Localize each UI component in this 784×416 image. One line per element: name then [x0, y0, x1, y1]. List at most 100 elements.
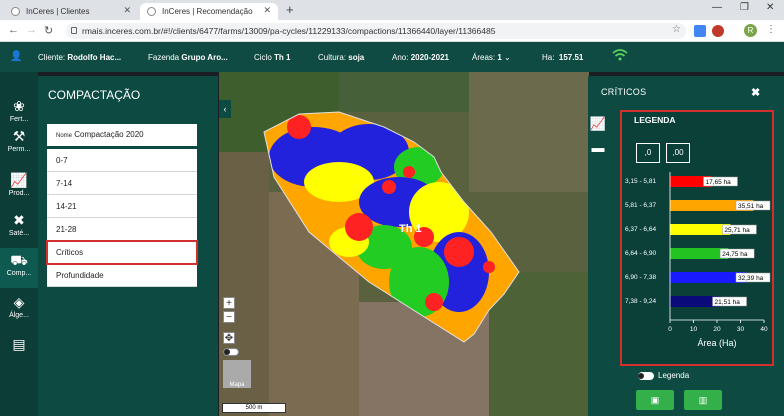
address-bar-row: ← → ↻ rmais.inceres.com.br/#!/clients/64…: [0, 20, 784, 42]
areas-label: Áreas:: [472, 53, 496, 62]
nav-label: Álge...: [9, 312, 29, 319]
data-label: 25,71 ha: [724, 227, 750, 234]
profile-avatar[interactable]: R: [744, 24, 757, 37]
ha-value: 157.51: [558, 53, 584, 62]
favicon-icon: [11, 7, 20, 16]
close-window-icon[interactable]: ✕: [766, 2, 774, 13]
lock-icon: [71, 27, 77, 34]
layer-item-0-7[interactable]: 0-7: [47, 149, 197, 172]
layer-item-14-21[interactable]: 14-21: [47, 195, 197, 218]
category-label: 5,81 - 6,37: [625, 202, 656, 209]
ha-label: Ha:: [542, 53, 555, 62]
nav-production[interactable]: 📈 Prod...: [0, 168, 38, 208]
farm-value: Grupo Aro...: [181, 53, 228, 62]
area-bar-chart: 3,15 - 5,81 17,65 ha 5,81 - 6,37 35,51 ha 6,…: [625, 172, 771, 348]
legend-title: LEGENDA: [634, 115, 676, 125]
legend-toggle[interactable]: [638, 371, 654, 380]
user-icon[interactable]: 👤: [10, 51, 22, 62]
export-button[interactable]: ▥: [684, 390, 722, 410]
nav-label: Saté...: [8, 230, 30, 237]
client-selector[interactable]: Cliente: Rodolfo Hac...: [38, 53, 121, 62]
compaction-panel: COMPACTAÇÃO Nome Compactação 2020 0-7 7-…: [38, 76, 218, 416]
crop-selector[interactable]: Cultura: soja: [318, 53, 364, 62]
crop-value: soja: [348, 53, 365, 62]
close-icon[interactable]: ✖: [751, 86, 760, 99]
areas-selector[interactable]: Áreas: 1 ⌄: [472, 53, 511, 62]
minimize-icon[interactable]: —: [712, 2, 722, 13]
nav-report[interactable]: ▤: [0, 332, 38, 372]
increase-decimals-button[interactable]: ,00: [666, 143, 690, 163]
data-label: 35,51 ha: [738, 203, 764, 210]
extension-icon[interactable]: [712, 25, 724, 37]
close-tab-icon[interactable]: ✕: [123, 5, 131, 16]
x-tick-label: 40: [760, 326, 768, 333]
category-label: 6,90 - 7,38: [625, 274, 656, 281]
layer-item-profundidade[interactable]: Profundidade: [47, 264, 197, 287]
data-label: 32,39 ha: [738, 275, 764, 282]
cycle-selector[interactable]: Ciclo Th 1: [254, 53, 290, 62]
layer-item-7-14[interactable]: 7-14: [47, 172, 197, 195]
year-label: Ano:: [392, 53, 409, 62]
layer-item-criticos[interactable]: Críticos: [46, 240, 198, 265]
tab-clientes[interactable]: InCeres | Clientes ✕: [4, 3, 138, 20]
name-field[interactable]: Nome Compactação 2020: [47, 124, 197, 146]
category-label: 6,64 - 6,90: [625, 250, 656, 257]
zoom-out-button[interactable]: −: [223, 311, 235, 323]
forward-icon[interactable]: →: [26, 24, 37, 36]
translate-extension-icon[interactable]: [694, 25, 706, 37]
data-label: 17,65 ha: [705, 179, 731, 186]
map-scale: 500 m: [222, 403, 286, 413]
url-text: rmais.inceres.com.br/#!/clients/6477/far…: [82, 26, 496, 36]
nav-compaction[interactable]: ⛟ Comp...: [0, 248, 38, 288]
ha-display: Ha: 157.51: [542, 53, 583, 62]
favicon-icon: [147, 7, 156, 16]
tab-label: InCeres | Recomendação: [162, 7, 253, 16]
year-selector[interactable]: Ano: 2020-2021: [392, 53, 449, 62]
field-label: Th 1: [399, 223, 422, 235]
client-value: Rodolfo Hac...: [67, 53, 122, 62]
farm-selector[interactable]: Fazenda Grupo Aro...: [148, 53, 228, 62]
map-toggle[interactable]: [223, 348, 239, 356]
reload-icon[interactable]: ↻: [44, 24, 53, 37]
tab-label: InCeres | Clientes: [26, 7, 90, 16]
cycle-label: Ciclo: [254, 53, 272, 62]
maximize-icon[interactable]: ❐: [740, 2, 749, 13]
nav-label: Fert...: [9, 116, 29, 123]
back-icon[interactable]: ←: [8, 24, 19, 36]
legend-toggle-row[interactable]: Legenda: [638, 371, 689, 380]
collapse-panel-button[interactable]: ‹: [219, 100, 231, 118]
cycle-value: Th 1: [274, 53, 291, 62]
decrease-decimals-button[interactable]: ,0: [636, 143, 660, 163]
close-tab-icon[interactable]: ✕: [263, 5, 271, 16]
map-type-button[interactable]: Mapa: [223, 360, 251, 388]
nav-permission[interactable]: ⚒ Perm...: [0, 124, 38, 164]
app-header: 👤 Cliente: Rodolfo Hac... Fazenda Grupo …: [0, 42, 784, 72]
url-field[interactable]: rmais.inceres.com.br/#!/clients/6477/far…: [66, 23, 686, 39]
chart-icon[interactable]: 📈: [588, 116, 608, 140]
x-tick-label: 20: [713, 326, 721, 333]
category-label: 6,37 - 6,64: [625, 226, 656, 233]
nav-satellite[interactable]: ✖ Saté...: [0, 208, 38, 248]
zoom-in-button[interactable]: +: [223, 297, 235, 309]
compaction-icon: ⛟: [10, 252, 28, 268]
legend-toggle-label: Legenda: [658, 371, 690, 380]
pan-icon[interactable]: ✥: [223, 332, 235, 344]
name-label: Nome: [56, 133, 73, 139]
x-axis-title: Área (Ha): [697, 338, 736, 348]
menu-kebab-icon[interactable]: ⋮: [766, 24, 776, 35]
crop-label: Cultura:: [318, 53, 347, 62]
x-tick-label: 30: [737, 326, 745, 333]
bar: [670, 272, 747, 283]
satellite-map[interactable]: Th 1: [219, 72, 589, 416]
client-label: Cliente:: [38, 53, 66, 62]
paint-roller-icon[interactable]: ▬: [588, 140, 608, 164]
new-tab-button[interactable]: +: [286, 2, 294, 17]
bookmark-star-icon[interactable]: ☆: [672, 24, 681, 35]
tab-recomendacao[interactable]: InCeres | Recomendação ✕: [140, 3, 278, 20]
layer-item-21-28[interactable]: 21-28: [47, 218, 197, 241]
wifi-icon: [612, 48, 628, 64]
save-button[interactable]: ▣: [636, 390, 674, 410]
nav-algebra[interactable]: ◈ Álge...: [0, 290, 38, 330]
browser-tab-bar: InCeres | Clientes ✕ InCeres | Recomenda…: [0, 0, 784, 20]
production-icon: 📈: [10, 172, 28, 188]
